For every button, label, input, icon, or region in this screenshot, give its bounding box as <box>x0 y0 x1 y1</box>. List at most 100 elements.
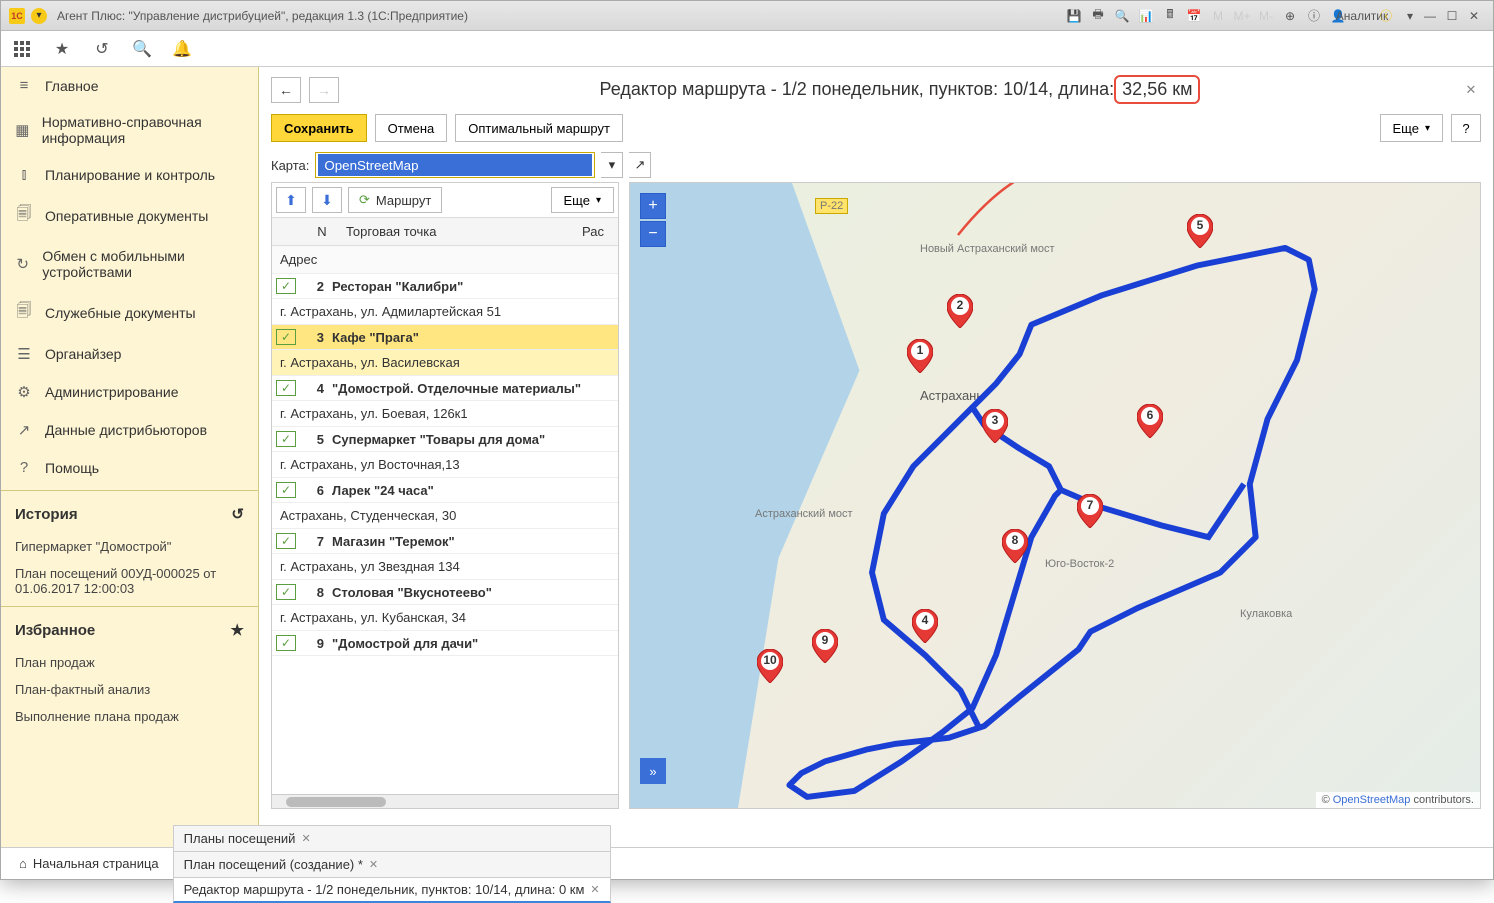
map-pin-6[interactable]: 6 <box>1137 404 1163 438</box>
tab-close-icon[interactable]: ✕ <box>301 832 310 845</box>
window-minimize[interactable]: — <box>1419 5 1441 27</box>
zoom-in-icon[interactable]: ⊕ <box>1281 7 1299 25</box>
map-open-icon[interactable]: ↗ <box>629 152 651 178</box>
zoom-in[interactable]: + <box>640 193 666 219</box>
favorites-header[interactable]: Избранное★ <box>1 611 258 649</box>
print-icon[interactable]: 🖶 <box>1089 7 1107 25</box>
horizontal-scrollbar[interactable] <box>272 794 618 808</box>
checkbox-icon[interactable]: ✓ <box>276 431 296 447</box>
map-pin-3[interactable]: 3 <box>982 409 1008 443</box>
map-pin-4[interactable]: 4 <box>912 609 938 643</box>
window-maximize[interactable]: ☐ <box>1441 5 1463 27</box>
point-row[interactable]: ✓5Супермаркет "Товары для дома" <box>272 427 618 452</box>
history-header[interactable]: История↺ <box>1 495 258 533</box>
window-title: Агент Плюс: "Управление дистрибуцией", р… <box>57 9 468 23</box>
point-row[interactable]: ✓2Ресторан "Калибри" <box>272 274 618 299</box>
tab-1[interactable]: План посещений (создание) *✕ <box>173 851 611 877</box>
nav-forward[interactable]: → <box>309 77 339 103</box>
sidebar-label: Планирование и контроль <box>45 167 215 183</box>
point-row[interactable]: ✓8Столовая "Вкуснотеево" <box>272 580 618 605</box>
search-icon[interactable]: 🔍 <box>131 38 153 60</box>
refresh-route-button[interactable]: ⟳ Маршрут <box>348 187 442 213</box>
point-row[interactable]: ✓9"Домострой для дачи" <box>272 631 618 656</box>
calc-icon[interactable]: 🖩 <box>1161 7 1179 25</box>
move-up-button[interactable]: ⬆ <box>276 187 306 213</box>
point-row[interactable]: ✓7Магазин "Теремок" <box>272 529 618 554</box>
tab-close-icon[interactable]: ✕ <box>590 883 599 896</box>
sidebar-label: Главное <box>45 78 99 94</box>
checkbox-icon[interactable]: ✓ <box>276 278 296 294</box>
optimal-button[interactable]: Оптимальный маршрут <box>455 114 623 142</box>
compare-icon[interactable]: 📊 <box>1137 7 1155 25</box>
map-dropdown-icon[interactable]: ▾ <box>601 152 623 178</box>
checkbox-icon[interactable]: ✓ <box>276 329 296 345</box>
window-close[interactable]: ✕ <box>1463 5 1485 27</box>
checkbox-icon[interactable]: ✓ <box>276 533 296 549</box>
map-input[interactable] <box>318 154 592 176</box>
home-tab[interactable]: ⌂ Начальная страница <box>9 856 169 871</box>
map-pin-10[interactable]: 10 <box>757 649 783 683</box>
m-plus-icon[interactable]: M+ <box>1233 7 1251 25</box>
map-pin-7[interactable]: 7 <box>1077 494 1103 528</box>
list-more-button[interactable]: Еще <box>551 187 614 213</box>
cancel-button[interactable]: Отмена <box>375 114 448 142</box>
calendar-icon[interactable]: 📅 <box>1185 7 1203 25</box>
zoom-out[interactable]: − <box>640 221 666 247</box>
info-icon[interactable]: ⓘ <box>1305 7 1323 25</box>
map-pin-8[interactable]: 8 <box>1002 529 1028 563</box>
user-name[interactable]: Аналитик <box>1353 7 1371 25</box>
nav-back[interactable]: ← <box>271 77 301 103</box>
more-button[interactable]: Еще <box>1380 114 1443 142</box>
favorite-item-1[interactable]: План-фактный анализ <box>1 676 258 703</box>
checkbox-icon[interactable]: ✓ <box>276 482 296 498</box>
osm-link[interactable]: OpenStreetMap <box>1333 794 1411 806</box>
minimize-icon[interactable]: ▾ <box>1401 7 1419 25</box>
history-item-0[interactable]: Гипермаркет "Домострой" <box>1 533 258 560</box>
toolbar-icons: 💾 🖶 🔍 📊 🖩 📅 M M+ M- ⊕ ⓘ 👤 Аналитик ⓘ ▾ <box>1065 7 1419 25</box>
map-pin-9[interactable]: 9 <box>812 629 838 663</box>
save-icon[interactable]: 💾 <box>1065 7 1083 25</box>
map-pin-2[interactable]: 2 <box>947 294 973 328</box>
point-row[interactable]: ✓4"Домострой. Отделочные материалы" <box>272 376 618 401</box>
sidebar-item-6[interactable]: ☰Органайзер <box>1 335 258 373</box>
move-down-button[interactable]: ⬇ <box>312 187 342 213</box>
map-pin-1[interactable]: 1 <box>907 339 933 373</box>
m-minus-icon[interactable]: M- <box>1257 7 1275 25</box>
sidebar-item-4[interactable]: ↻Обмен с мобильными устройствами <box>1 238 258 290</box>
star-icon[interactable]: ★ <box>51 38 73 60</box>
sidebar-item-5[interactable]: 🗐Служебные документы <box>1 290 258 335</box>
favorite-item-0[interactable]: План продаж <box>1 649 258 676</box>
sidebar-item-2[interactable]: ⫾Планирование и контроль <box>1 156 258 193</box>
checkbox-icon[interactable]: ✓ <box>276 380 296 396</box>
apps-icon[interactable] <box>11 38 33 60</box>
tab-0[interactable]: Планы посещений✕ <box>173 825 611 851</box>
sidebar-item-3[interactable]: 🗐Оперативные документы <box>1 193 258 238</box>
map-pin-5[interactable]: 5 <box>1187 214 1213 248</box>
preview-icon[interactable]: 🔍 <box>1113 7 1131 25</box>
point-row[interactable]: ✓3Кафе "Прага" <box>272 325 618 350</box>
checkbox-icon[interactable]: ✓ <box>276 584 296 600</box>
tab-2[interactable]: Редактор маршрута - 1/2 понедельник, пун… <box>173 877 611 903</box>
history-item-1[interactable]: План посещений 00УД-000025 от 01.06.2017… <box>1 560 258 602</box>
sidebar-item-8[interactable]: ↗Данные дистрибьюторов <box>1 411 258 449</box>
save-button[interactable]: Сохранить <box>271 114 367 142</box>
close-icon[interactable]: ✕ <box>1461 80 1481 100</box>
tab-close-icon[interactable]: ✕ <box>369 858 378 871</box>
sidebar-item-9[interactable]: ?Помощь <box>1 449 258 486</box>
sidebar-item-0[interactable]: ≡Главное <box>1 67 258 104</box>
history-refresh-icon[interactable]: ↺ <box>231 505 244 523</box>
m-icon[interactable]: M <box>1209 7 1227 25</box>
map-select[interactable] <box>315 152 595 178</box>
help-button[interactable]: ? <box>1451 114 1481 142</box>
favorite-item-2[interactable]: Выполнение плана продаж <box>1 703 258 730</box>
point-row[interactable]: ✓6Ларек "24 часа" <box>272 478 618 503</box>
history-icon[interactable]: ↺ <box>91 38 113 60</box>
sidebar-item-1[interactable]: ▦Нормативно-справочная информация <box>1 104 258 156</box>
checkbox-icon[interactable]: ✓ <box>276 635 296 651</box>
sidebar-item-7[interactable]: ⚙Администрирование <box>1 373 258 411</box>
bell-icon[interactable]: 🔔 <box>171 38 193 60</box>
map[interactable]: Астрахань Новый Астраханский мост Р-22 А… <box>629 182 1481 809</box>
map-expand[interactable]: » <box>640 758 666 784</box>
info2-icon[interactable]: ⓘ <box>1377 7 1395 25</box>
dropdown-icon[interactable]: ▾ <box>31 8 47 24</box>
